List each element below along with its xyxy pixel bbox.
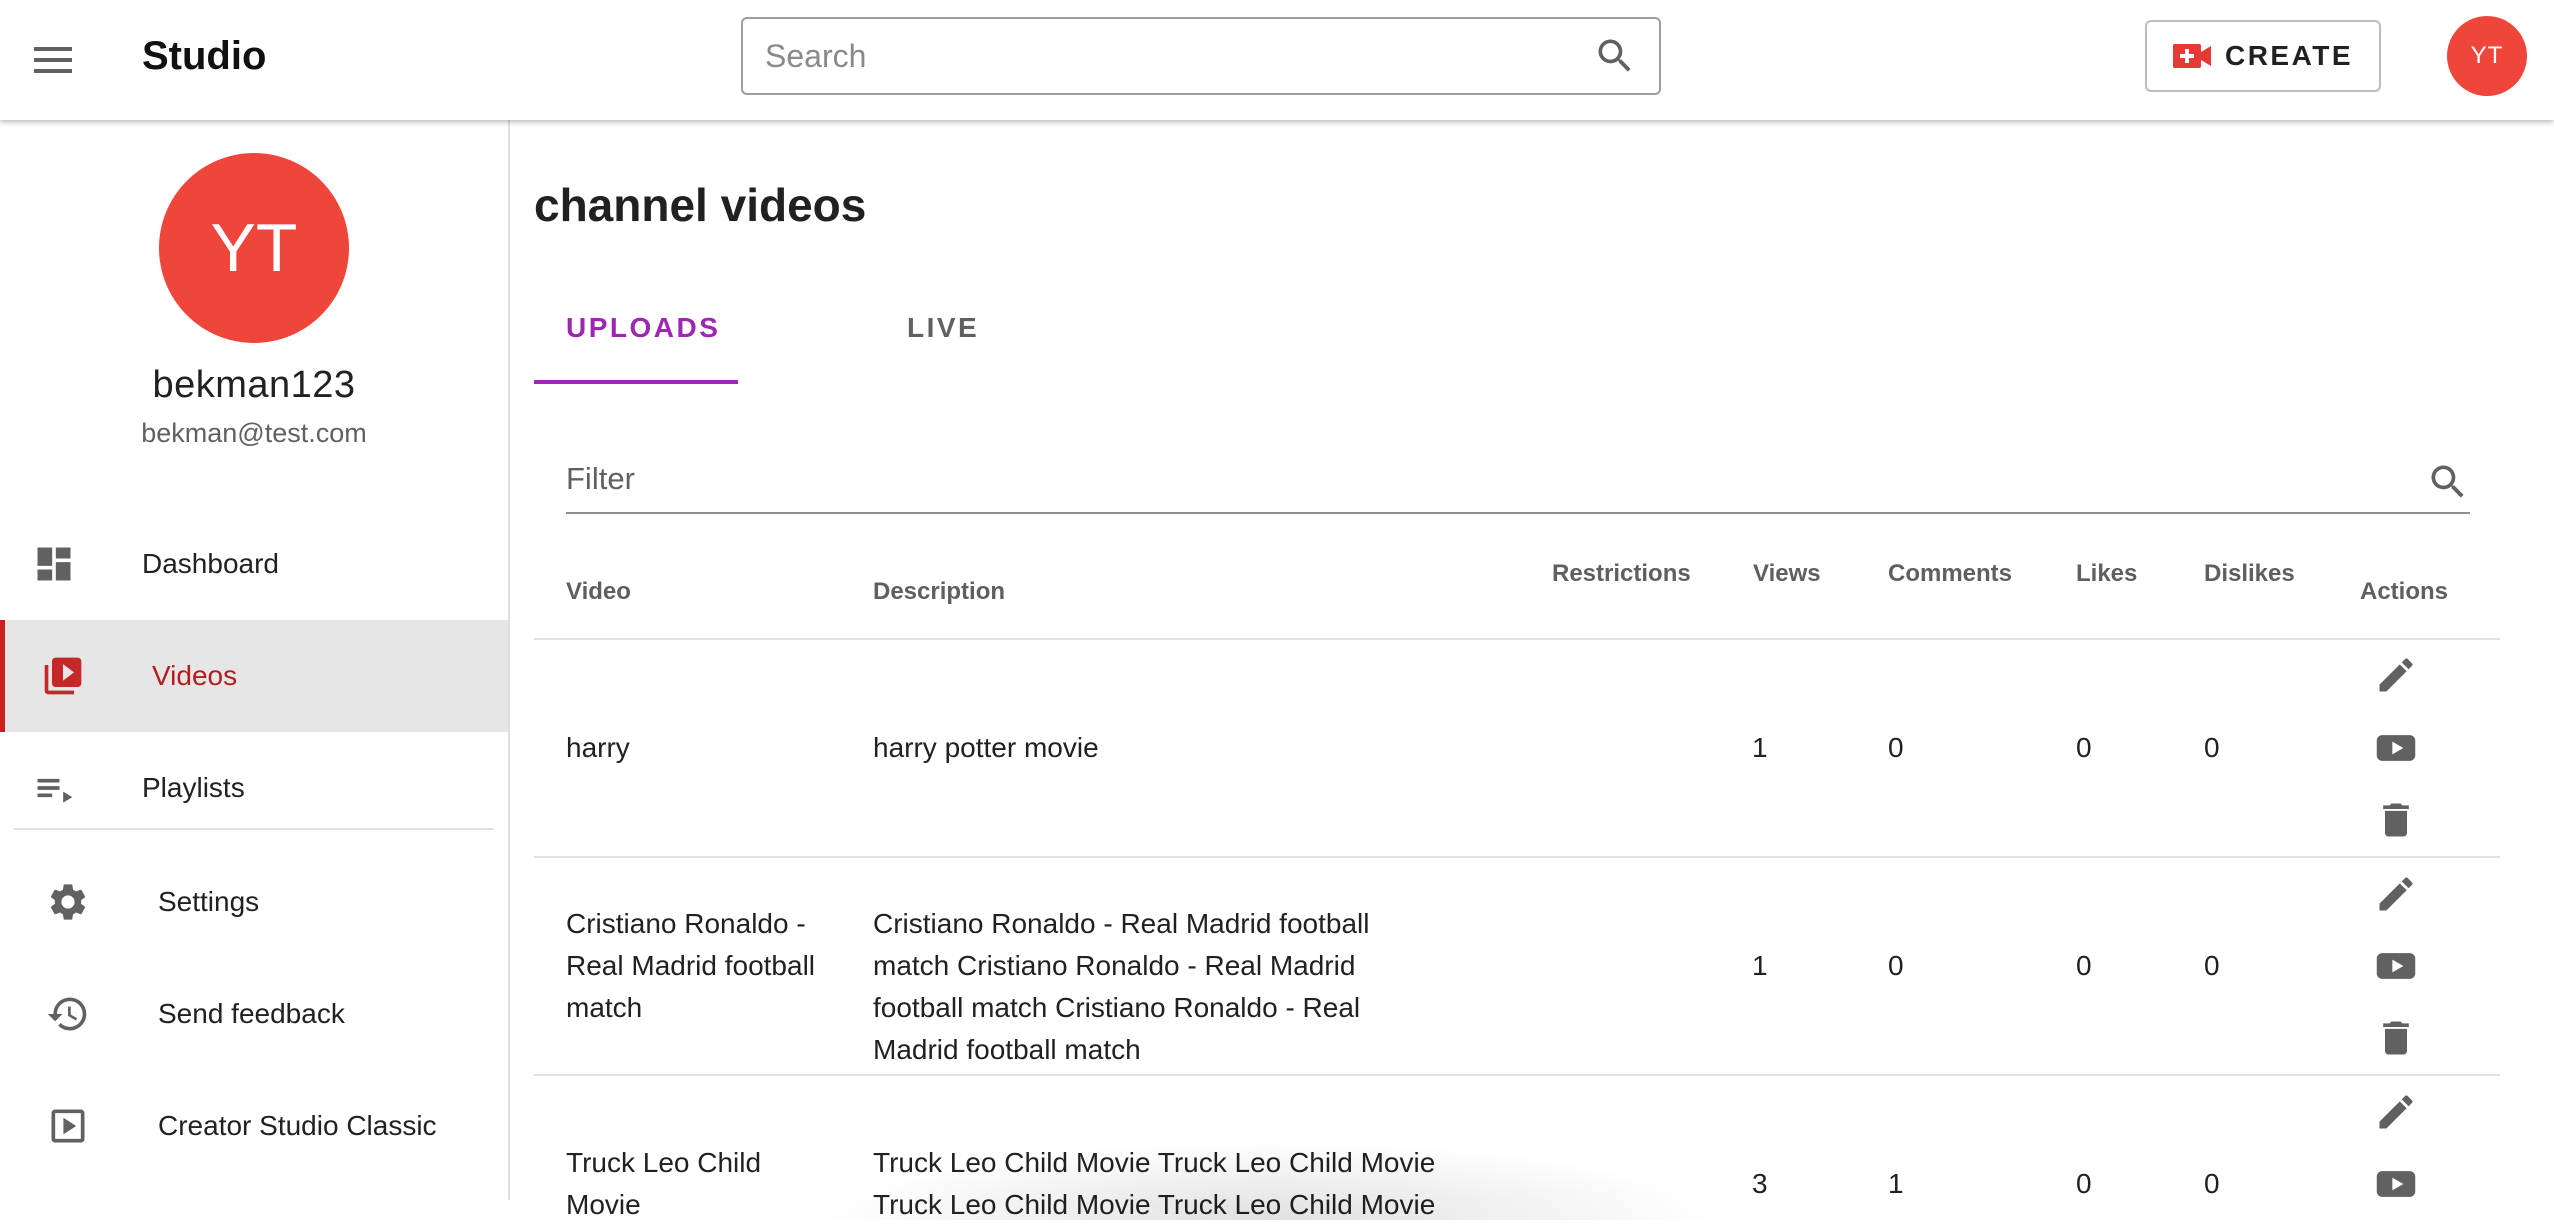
page-title: channel videos xyxy=(534,179,867,231)
column-header-comments[interactable]: Comments xyxy=(1888,560,2012,588)
account-avatar[interactable]: YT xyxy=(2447,16,2527,96)
youtube-play-icon[interactable] xyxy=(2374,1162,2418,1206)
column-header-video[interactable]: Video xyxy=(566,578,631,606)
delete-icon[interactable] xyxy=(2374,1016,2418,1060)
channel-avatar: YT xyxy=(159,153,349,343)
edit-icon[interactable] xyxy=(2374,653,2418,697)
table-divider xyxy=(534,856,2500,858)
sidebar-item-label: Send feedback xyxy=(158,998,345,1029)
playlist-icon xyxy=(32,766,76,810)
video-description: harry potter movie xyxy=(873,732,1099,763)
filter-bar xyxy=(566,448,2470,514)
sidebar-item-send-feedback[interactable]: Send feedback xyxy=(0,958,508,1070)
video-library-icon xyxy=(41,654,85,698)
likes-count: 0 xyxy=(2076,950,2092,981)
history-icon xyxy=(46,992,90,1036)
edit-icon[interactable] xyxy=(2374,1090,2418,1134)
edit-icon[interactable] xyxy=(2374,872,2418,916)
comments-count: 0 xyxy=(1888,950,1904,981)
sidebar-item-creator-studio-classic[interactable]: Creator Studio Classic xyxy=(0,1070,508,1182)
sidebar-item-label: Settings xyxy=(158,886,260,917)
video-title[interactable]: harry xyxy=(566,727,836,769)
tab-active-indicator xyxy=(534,380,738,384)
column-header-restrictions[interactable]: Restrictions xyxy=(1552,560,1691,588)
search-icon[interactable] xyxy=(1593,34,1637,78)
create-button[interactable]: CREATE xyxy=(2145,20,2381,92)
tab-uploads[interactable]: UPLOADS xyxy=(566,312,720,384)
table-divider xyxy=(534,1074,2500,1076)
sidebar-divider xyxy=(14,828,494,830)
sidebar-item-dashboard[interactable]: Dashboard xyxy=(0,508,508,620)
dislikes-count: 0 xyxy=(2204,1168,2220,1199)
column-header-views[interactable]: Views xyxy=(1753,560,1821,588)
sidebar-item-label: Videos xyxy=(152,660,238,691)
create-label: CREATE xyxy=(2224,40,2354,71)
video-description: Truck Leo Child Movie Truck Leo Child Mo… xyxy=(873,1147,1436,1220)
youtube-play-icon[interactable] xyxy=(2374,726,2418,770)
search-icon[interactable] xyxy=(2426,460,2470,504)
video-description: Cristiano Ronaldo - Real Madrid football… xyxy=(873,908,1370,1065)
dislikes-count: 0 xyxy=(2204,950,2220,981)
views-count: 1 xyxy=(1752,950,1768,981)
sidebar-item-settings[interactable]: Settings xyxy=(0,846,508,958)
column-header-description[interactable]: Description xyxy=(873,578,1005,606)
filter-input[interactable] xyxy=(566,448,2366,510)
channel-username: bekman123 xyxy=(152,364,356,406)
video-title[interactable]: Truck Leo Child Movie xyxy=(566,1142,786,1226)
video-add-icon xyxy=(2172,42,2213,70)
sidebar-item-label: Dashboard xyxy=(142,548,279,579)
dashboard-icon xyxy=(32,542,76,586)
column-header-dislikes[interactable]: Dislikes xyxy=(2204,560,2295,588)
play-box-icon xyxy=(46,1104,90,1148)
top-app-bar: Studio CREATE YT xyxy=(0,0,2554,120)
column-header-likes[interactable]: Likes xyxy=(2076,560,2137,588)
sidebar-item-label: Creator Studio Classic xyxy=(158,1110,437,1141)
search-bar xyxy=(741,17,1661,95)
views-count: 1 xyxy=(1752,732,1768,763)
youtube-play-icon[interactable] xyxy=(2374,944,2418,988)
tab-live[interactable]: LIVE xyxy=(907,312,979,384)
comments-count: 0 xyxy=(1888,732,1904,763)
sidebar-item-label: Playlists xyxy=(142,772,245,803)
likes-count: 0 xyxy=(2076,732,2092,763)
hamburger-menu-icon[interactable] xyxy=(24,30,84,90)
delete-icon[interactable] xyxy=(2374,798,2418,842)
likes-count: 0 xyxy=(2076,1168,2092,1199)
sidebar-item-videos[interactable]: Videos xyxy=(0,620,508,732)
channel-email: bekman@test.com xyxy=(141,418,367,448)
comments-count: 1 xyxy=(1888,1168,1904,1199)
dislikes-count: 0 xyxy=(2204,732,2220,763)
views-count: 3 xyxy=(1752,1168,1768,1199)
gear-icon xyxy=(46,880,90,924)
column-header-actions: Actions xyxy=(2360,578,2449,605)
sidebar: YT bekman123 bekman@test.com Dashboard V… xyxy=(0,120,510,1200)
search-input[interactable] xyxy=(765,19,1565,93)
app-title: Studio xyxy=(142,34,267,78)
video-title[interactable]: Cristiano Ronaldo - Real Madrid football… xyxy=(566,903,836,1029)
table-divider xyxy=(534,638,2500,640)
